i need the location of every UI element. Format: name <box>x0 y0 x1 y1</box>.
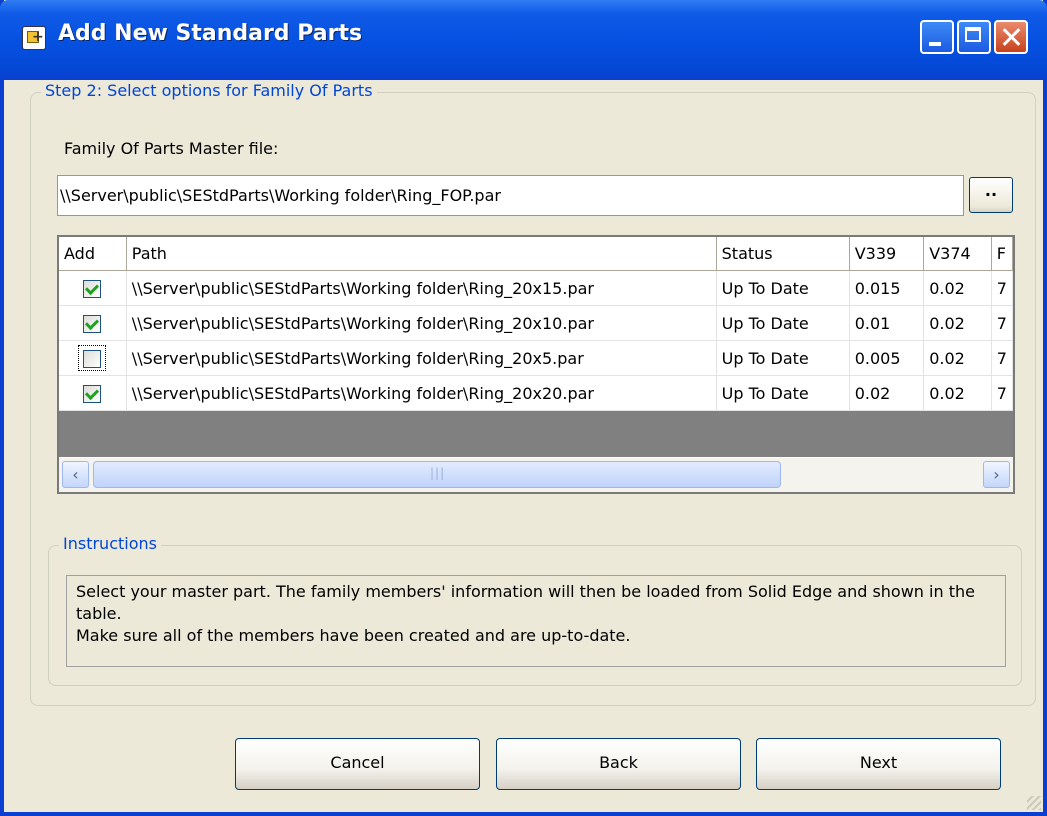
v374-cell: 0.02 <box>923 375 992 411</box>
minimize-button[interactable] <box>920 20 954 54</box>
maximize-button[interactable] <box>957 20 991 54</box>
f-cell: 7 <box>991 270 1013 306</box>
horizontal-scrollbar[interactable]: ‹ › <box>59 457 1013 492</box>
column-header-add[interactable]: Add <box>59 237 127 271</box>
scrollbar-thumb[interactable] <box>93 461 781 488</box>
v374-cell: 0.02 <box>923 305 992 341</box>
instructions-line-2: Make sure all of the members have been c… <box>76 626 631 645</box>
table-row[interactable]: \\Server\public\SEStdParts\Working folde… <box>59 270 1013 306</box>
table-row[interactable]: \\Server\public\SEStdParts\Working folde… <box>59 305 1013 341</box>
v374-cell: 0.02 <box>923 340 992 376</box>
table-row[interactable]: \\Server\public\SEStdParts\Working folde… <box>59 375 1013 411</box>
status-cell: Up To Date <box>716 340 850 376</box>
window-title: Add New Standard Parts <box>58 21 363 46</box>
chevron-left-icon[interactable]: ‹ <box>62 461 89 488</box>
status-cell: Up To Date <box>716 375 850 411</box>
focus-indicator <box>78 345 107 371</box>
v374-cell: 0.02 <box>923 270 992 306</box>
family-members-table: Add Path Status V339 V374 F \\Server\pub… <box>57 235 1015 494</box>
step-group-title: Step 2: Select options for Family Of Par… <box>41 81 377 100</box>
f-cell: 7 <box>991 375 1013 411</box>
add-checkbox[interactable] <box>83 314 102 333</box>
status-cell: Up To Date <box>716 305 850 341</box>
path-cell: \\Server\public\SEStdParts\Working folde… <box>126 375 717 411</box>
path-cell: \\Server\public\SEStdParts\Working folde… <box>126 270 717 306</box>
resize-grip[interactable] <box>1027 796 1041 810</box>
v339-cell: 0.01 <box>849 305 925 341</box>
add-cell[interactable] <box>59 270 127 306</box>
column-header-f[interactable]: F <box>991 237 1013 271</box>
column-header-status[interactable]: Status <box>716 237 850 271</box>
column-header-path[interactable]: Path <box>126 237 717 271</box>
instructions-line-1: Select your master part. The family memb… <box>76 582 975 623</box>
column-header-v339[interactable]: V339 <box>849 237 925 271</box>
back-button[interactable]: Back <box>496 738 741 790</box>
chevron-right-icon[interactable]: › <box>983 461 1010 488</box>
path-cell: \\Server\public\SEStdParts\Working folde… <box>126 305 717 341</box>
v339-cell: 0.005 <box>849 340 925 376</box>
table-header-row: Add Path Status V339 V374 F <box>59 237 1013 271</box>
table-row[interactable]: \\Server\public\SEStdParts\Working folde… <box>59 340 1013 376</box>
master-file-label: Family Of Parts Master file: <box>64 139 279 158</box>
v339-cell: 0.02 <box>849 375 925 411</box>
path-cell: \\Server\public\SEStdParts\Working folde… <box>126 340 717 376</box>
title-bar[interactable]: Add New Standard Parts <box>0 0 1047 80</box>
cancel-button[interactable]: Cancel <box>235 738 480 790</box>
add-checkbox[interactable] <box>83 279 102 298</box>
f-cell: 7 <box>991 305 1013 341</box>
instructions-title: Instructions <box>59 534 161 553</box>
status-cell: Up To Date <box>716 270 850 306</box>
v339-cell: 0.015 <box>849 270 925 306</box>
add-cell[interactable] <box>59 305 127 341</box>
master-file-input[interactable] <box>57 175 964 216</box>
f-cell: 7 <box>991 340 1013 376</box>
close-button[interactable] <box>994 20 1028 54</box>
instructions-text: Select your master part. The family memb… <box>66 575 1006 667</box>
next-button[interactable]: Next <box>756 738 1001 790</box>
column-header-v374[interactable]: V374 <box>923 237 992 271</box>
add-part-icon <box>22 26 46 50</box>
dialog-window: Add New Standard Parts Step 2: Select op… <box>0 0 1047 816</box>
browse-button[interactable]: .. <box>969 177 1013 213</box>
add-checkbox[interactable] <box>83 349 102 368</box>
add-cell[interactable] <box>59 375 127 411</box>
add-checkbox[interactable] <box>83 384 102 403</box>
add-cell[interactable] <box>59 340 127 376</box>
